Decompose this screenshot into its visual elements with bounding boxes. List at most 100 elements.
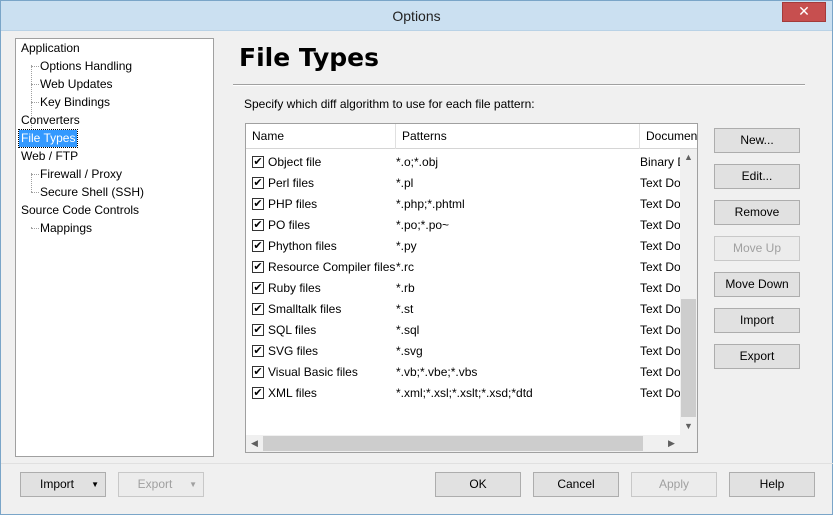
cell-name: PO files: [268, 218, 311, 232]
new-button[interactable]: New...: [714, 128, 800, 153]
cell-name: Phython files: [268, 239, 337, 253]
tree-item-secure-shell[interactable]: Secure Shell (SSH): [38, 184, 146, 201]
row-checkbox[interactable]: ✔: [252, 177, 264, 189]
export-button[interactable]: Export: [714, 344, 800, 369]
table-row[interactable]: ✔ XML files *.xml;*.xsl;*.xslt;*.xsd;*dt…: [246, 383, 680, 404]
tree-connector: [31, 173, 32, 192]
scrollbar-corner: [680, 435, 697, 452]
title-bar[interactable]: Options ✕: [1, 1, 832, 31]
close-button[interactable]: ✕: [782, 2, 826, 22]
tree-item-application[interactable]: Application: [19, 40, 82, 57]
table-row[interactable]: ✔ Object file *.o;*.obj Binary D: [246, 152, 680, 173]
table-row[interactable]: ✔ Resource Compiler files *.rc Text Do: [246, 257, 680, 278]
tree-item-source-code-controls[interactable]: Source Code Controls: [19, 202, 141, 219]
options-dialog: Options ✕ Application Options Handling W…: [0, 0, 833, 515]
row-checkbox[interactable]: ✔: [252, 324, 264, 336]
row-checkbox[interactable]: ✔: [252, 198, 264, 210]
vertical-scroll-thumb[interactable]: [681, 299, 696, 417]
scroll-down-icon[interactable]: ▼: [680, 418, 697, 435]
row-checkbox[interactable]: ✔: [252, 240, 264, 252]
table-row[interactable]: ✔ Ruby files *.rb Text Do: [246, 278, 680, 299]
cell-name: Ruby files: [268, 281, 321, 295]
scroll-right-icon[interactable]: ▶: [663, 435, 680, 452]
row-checkbox[interactable]: ✔: [252, 387, 264, 399]
table-row[interactable]: ✔ Smalltalk files *.st Text Do: [246, 299, 680, 320]
check-icon: ✔: [253, 366, 263, 378]
table-row[interactable]: ✔ Perl files *.pl Text Do: [246, 173, 680, 194]
check-icon: ✔: [253, 303, 263, 315]
table-row[interactable]: ✔ Phython files *.py Text Do: [246, 236, 680, 257]
import-button[interactable]: Import: [714, 308, 800, 333]
footer-import-button[interactable]: Import ▼: [20, 472, 106, 497]
table-row[interactable]: ✔ PO files *.po;*.po~ Text Do: [246, 215, 680, 236]
ok-button[interactable]: OK: [435, 472, 521, 497]
tree-item-mappings[interactable]: Mappings: [38, 220, 94, 237]
tree-item-key-bindings[interactable]: Key Bindings: [38, 94, 112, 111]
options-tree[interactable]: Application Options Handling Web Updates…: [15, 38, 214, 457]
column-header-patterns[interactable]: Patterns: [396, 124, 640, 149]
remove-button[interactable]: Remove: [714, 200, 800, 225]
row-checkbox[interactable]: ✔: [252, 366, 264, 378]
cell-document: Text Do: [640, 302, 680, 316]
check-icon: ✔: [253, 177, 263, 189]
title-divider: [233, 84, 805, 86]
file-types-list[interactable]: Name Patterns Documen ✔ Object file *.o;…: [245, 123, 698, 453]
row-checkbox[interactable]: ✔: [252, 303, 264, 315]
cell-patterns: *.sql: [396, 323, 420, 337]
scroll-up-icon[interactable]: ▲: [680, 149, 697, 166]
table-row[interactable]: ✔ Visual Basic files *.vb;*.vbe;*.vbs Te…: [246, 362, 680, 383]
list-rows: ✔ Object file *.o;*.obj Binary D ✔ Perl …: [246, 152, 680, 434]
table-row[interactable]: ✔ PHP files *.php;*.phtml Text Do: [246, 194, 680, 215]
cell-document: Text Do: [640, 281, 680, 295]
tree-item-web-ftp[interactable]: Web / FTP: [19, 148, 80, 165]
table-row[interactable]: ✔ SVG files *.svg Text Do: [246, 341, 680, 362]
table-row[interactable]: ✔ SQL files *.sql Text Do: [246, 320, 680, 341]
cell-document: Text Do: [640, 344, 680, 358]
horizontal-scrollbar[interactable]: ◀ ▶: [246, 435, 680, 452]
column-header-name[interactable]: Name: [246, 124, 396, 149]
row-checkbox[interactable]: ✔: [252, 282, 264, 294]
cell-patterns: *.rc: [396, 260, 414, 274]
apply-button[interactable]: Apply: [631, 472, 717, 497]
footer-export-button[interactable]: Export ▼: [118, 472, 204, 497]
vertical-scrollbar[interactable]: ▲ ▼: [680, 149, 697, 435]
row-checkbox[interactable]: ✔: [252, 345, 264, 357]
cell-document: Text Do: [640, 260, 680, 274]
cell-patterns: *.xml;*.xsl;*.xslt;*.xsd;*dtd: [396, 386, 533, 400]
edit-button[interactable]: Edit...: [714, 164, 800, 189]
cell-patterns: *.o;*.obj: [396, 155, 439, 169]
check-icon: ✔: [253, 198, 263, 210]
move-down-button[interactable]: Move Down: [714, 272, 800, 297]
cell-document: Text Do: [640, 197, 680, 211]
column-header-document[interactable]: Documen: [640, 124, 697, 149]
check-icon: ✔: [253, 156, 263, 168]
tree-item-file-types[interactable]: File Types: [17, 129, 79, 148]
check-icon: ✔: [253, 324, 263, 336]
tree-item-firewall-proxy[interactable]: Firewall / Proxy: [38, 166, 124, 183]
cell-name: Visual Basic files: [268, 365, 358, 379]
cell-document: Binary D: [640, 155, 680, 169]
cell-patterns: *.vb;*.vbe;*.vbs: [396, 365, 478, 379]
check-icon: ✔: [253, 261, 263, 273]
help-button[interactable]: Help: [729, 472, 815, 497]
dropdown-icon: ▼: [91, 480, 99, 489]
cell-document: Text Do: [640, 323, 680, 337]
cell-patterns: *.rb: [396, 281, 415, 295]
move-up-button[interactable]: Move Up: [714, 236, 800, 261]
horizontal-scroll-thumb[interactable]: [263, 436, 643, 451]
row-checkbox[interactable]: ✔: [252, 156, 264, 168]
tree-item-options-handling[interactable]: Options Handling: [38, 58, 134, 75]
check-icon: ✔: [253, 240, 263, 252]
tree-item-converters[interactable]: Converters: [19, 112, 82, 129]
tree-item-web-updates[interactable]: Web Updates: [38, 76, 115, 93]
cell-patterns: *.py: [396, 239, 417, 253]
cancel-button[interactable]: Cancel: [533, 472, 619, 497]
scroll-left-icon[interactable]: ◀: [246, 435, 263, 452]
row-checkbox[interactable]: ✔: [252, 219, 264, 231]
cell-patterns: *.po;*.po~: [396, 218, 450, 232]
cell-document: Text Do: [640, 239, 680, 253]
row-checkbox[interactable]: ✔: [252, 261, 264, 273]
check-icon: ✔: [253, 345, 263, 357]
footer-export-label: Export: [137, 477, 173, 491]
cell-patterns: *.pl: [396, 176, 414, 190]
